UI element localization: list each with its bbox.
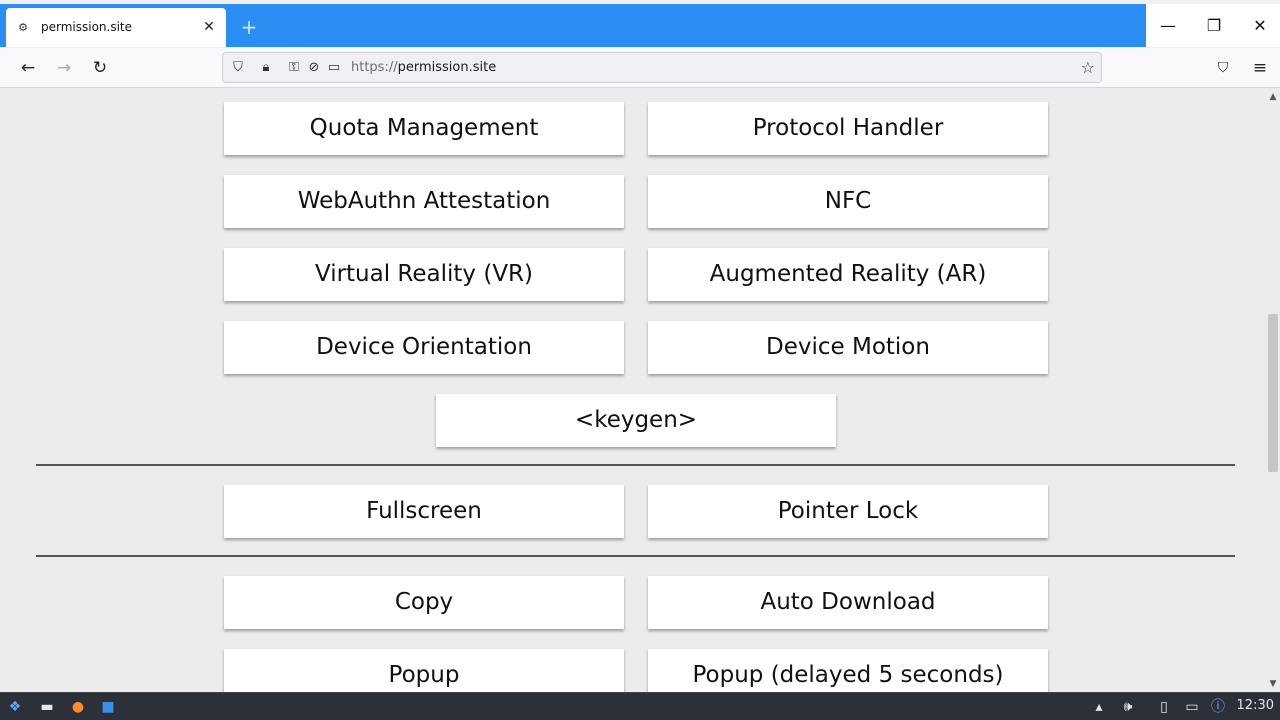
start-menu-icon[interactable]: ❖ <box>4 696 26 718</box>
notification-icon[interactable]: ⓘ <box>1207 696 1229 718</box>
navigation-bar: ← → ↻ ⛉ 🔒︎ ⚿ ⊘ ▭ https://permission.site… <box>0 48 1280 88</box>
copy-button[interactable]: Copy <box>224 576 624 629</box>
close-icon[interactable]: ✕ <box>200 18 218 36</box>
page-content: Quota Management Protocol Handler WebAut… <box>0 89 1266 692</box>
protocol-handler-button[interactable]: Protocol Handler <box>648 102 1048 155</box>
title-bar: ⚙ permission.site ✕ + — ❐ ✕ <box>0 0 1280 48</box>
scroll-down-arrow-icon[interactable]: ▼ <box>1266 678 1280 690</box>
popup-delayed-button[interactable]: Popup (delayed 5 seconds) <box>648 649 1048 692</box>
back-button[interactable]: ← <box>16 56 40 80</box>
firefox-icon[interactable]: ● <box>67 696 89 718</box>
minimize-button[interactable]: — <box>1146 4 1190 47</box>
desktop-icon[interactable]: ■ <box>97 696 119 718</box>
webauthn-attestation-button[interactable]: WebAuthn Attestation <box>224 175 624 228</box>
scrollbar-thumb[interactable] <box>1268 314 1278 472</box>
taskbar: ❖ ▬ ● ■ ▴ 🕪︎ ▯ ▭ ⓘ 12:30 <box>0 692 1280 720</box>
volume-icon[interactable]: 🕪︎ <box>1117 696 1139 718</box>
tab-permission-site[interactable]: ⚙ permission.site ✕ <box>6 8 226 47</box>
file-manager-icon[interactable]: ▬ <box>36 696 58 718</box>
tab-title: permission.site <box>41 20 133 34</box>
quota-management-button[interactable]: Quota Management <box>224 102 624 155</box>
notes-icon[interactable]: ▯ <box>1153 696 1175 718</box>
nfc-button[interactable]: NFC <box>648 175 1048 228</box>
device-motion-button[interactable]: Device Motion <box>648 321 1048 374</box>
popup-button[interactable]: Popup <box>224 649 624 692</box>
bookmark-star-icon[interactable]: ☆ <box>1081 58 1095 77</box>
menu-icon[interactable]: ≡ <box>1248 56 1272 80</box>
device-orientation-button[interactable]: Device Orientation <box>224 321 624 374</box>
blocked-screen-icon[interactable]: ▭ <box>325 59 343 77</box>
vertical-scrollbar[interactable]: ▲ ▼ <box>1266 89 1280 692</box>
window-controls: — ❐ ✕ <box>1146 4 1280 47</box>
scroll-up-arrow-icon[interactable]: ▲ <box>1266 91 1280 103</box>
blocked-location-icon[interactable]: ⊘ <box>305 59 323 77</box>
maximize-button[interactable]: ❐ <box>1192 4 1236 47</box>
reload-button[interactable]: ↻ <box>88 56 112 80</box>
address-bar[interactable]: ⛉ 🔒︎ ⚿ ⊘ ▭ https://permission.site ☆ <box>222 52 1102 83</box>
auto-download-button[interactable]: Auto Download <box>648 576 1048 629</box>
clock[interactable]: 12:30 <box>1237 698 1274 713</box>
url-text[interactable]: https://permission.site <box>351 60 496 75</box>
tray-up-icon[interactable]: ▴ <box>1088 696 1110 718</box>
shield-icon[interactable]: ⛉ <box>229 59 247 77</box>
augmented-reality-button[interactable]: Augmented Reality (AR) <box>648 248 1048 301</box>
network-icon[interactable]: ▭ <box>1181 696 1203 718</box>
new-tab-button[interactable]: + <box>238 16 260 38</box>
section-divider <box>36 555 1235 557</box>
keygen-button[interactable]: <keygen> <box>436 394 836 447</box>
pointer-lock-button[interactable]: Pointer Lock <box>648 485 1048 538</box>
section-divider <box>36 464 1235 466</box>
tab-strip: ⚙ permission.site ✕ + <box>0 4 1146 47</box>
permissions-icon[interactable]: ⚿ <box>285 59 303 77</box>
fullscreen-button[interactable]: Fullscreen <box>224 485 624 538</box>
virtual-reality-button[interactable]: Virtual Reality (VR) <box>224 248 624 301</box>
permission-site-favicon-icon: ⚙ <box>18 21 28 34</box>
pocket-icon[interactable]: ⛉ <box>1211 56 1235 80</box>
forward-button[interactable]: → <box>52 56 76 80</box>
close-window-button[interactable]: ✕ <box>1238 4 1280 47</box>
lock-icon[interactable]: 🔒︎ <box>257 59 275 77</box>
